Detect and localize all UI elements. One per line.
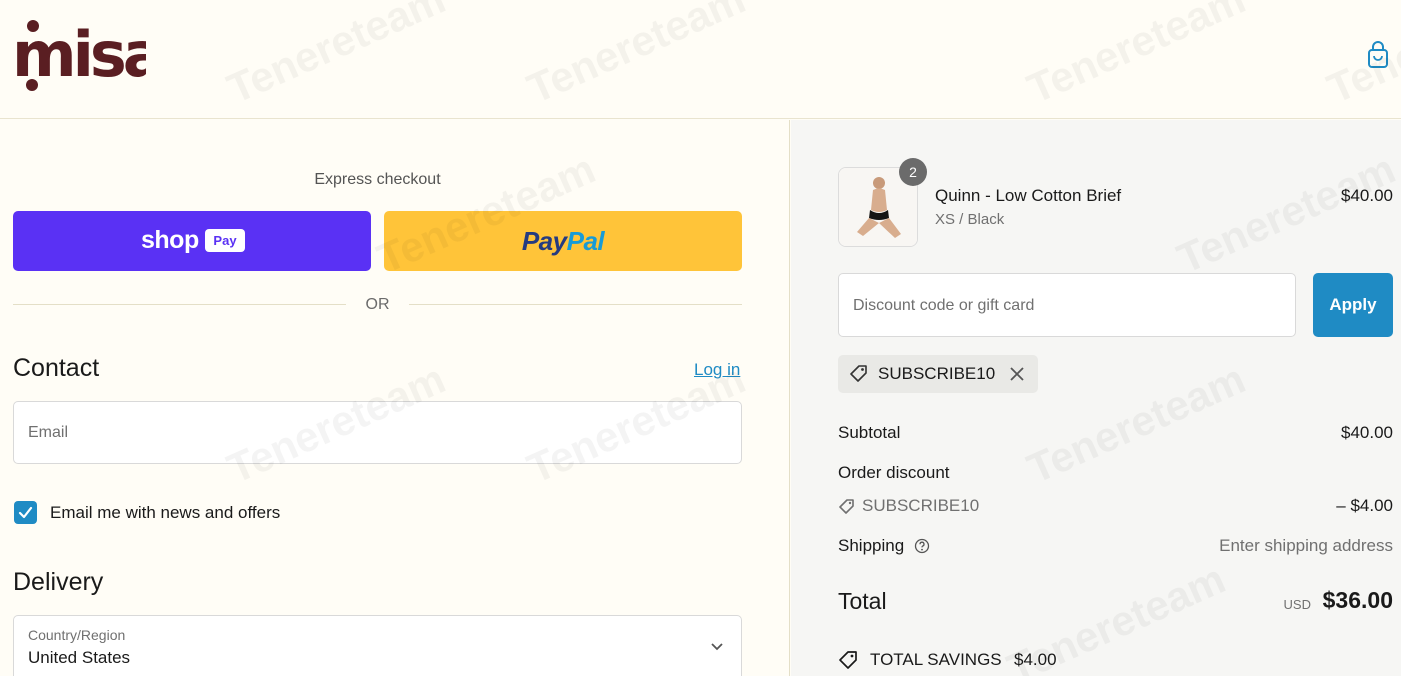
contact-heading: Contact [13,354,100,382]
subtotal-label: Subtotal [838,423,901,442]
paypal-button[interactable]: PayPal [384,211,742,271]
applied-discount-code: SUBSCRIBE10 [878,364,996,383]
total-savings-value: $4.00 [1014,650,1057,669]
product-variant: XS / Black [935,211,1005,228]
country-value: United States [28,648,131,667]
checkmark-icon [18,506,33,519]
total-currency: USD [1283,597,1311,612]
order-discount-label: Order discount [838,463,950,482]
checkout-form-column: Express checkout shop Pay PayPal OR Cont… [0,120,790,676]
applied-discount-chip: SUBSCRIBE10 [838,355,1038,393]
chevron-down-icon [711,643,723,651]
shipping-label: Shipping [838,536,905,555]
subtotal-value: $40.00 [1341,423,1393,442]
paypal-wordmark: PayPal [521,226,605,256]
email-input[interactable] [28,422,728,444]
tag-icon [850,365,867,382]
order-discount-value: – $4.00 [1336,496,1393,515]
shop-pay-button[interactable]: shop Pay [13,211,371,271]
product-price: $40.00 [1341,186,1393,205]
misa-logo[interactable]: misa [12,14,146,94]
total-label: Total [838,588,887,614]
total-savings-label: TOTAL SAVINGS [870,650,1002,669]
help-icon[interactable] [914,538,930,554]
shop-pay-badge: Pay [205,229,245,252]
product-name: Quinn - Low Cotton Brief [935,186,1122,205]
total-amount: $36.00 [1322,587,1393,613]
newsletter-checkbox[interactable] [14,501,37,524]
delivery-heading: Delivery [13,568,104,596]
separator-line-left [13,304,346,305]
order-summary: 2 Quinn - Low Cotton Brief XS / Black $4… [791,120,1401,676]
apply-button[interactable]: Apply [1313,273,1393,337]
country-select[interactable]: Country/Region United States [13,615,742,676]
separator-line-right [409,304,742,305]
login-link[interactable]: Log in [694,360,740,380]
country-label: Country/Region [28,627,126,643]
or-separator: OR [365,296,390,313]
header: misa [0,0,1401,119]
discount-input[interactable] [853,295,1283,317]
shop-pay-wordmark: shop [141,226,199,254]
shipping-value: Enter shipping address [1219,536,1393,555]
remove-discount-icon[interactable] [1008,364,1026,384]
savings-tag-icon [839,651,857,669]
tag-icon [839,499,854,514]
order-discount-code-text: SUBSCRIBE10 [862,496,980,515]
express-checkout-title: Express checkout [314,171,441,188]
quantity-badge: 2 [899,158,927,186]
newsletter-label: Email me with news and offers [50,503,281,522]
shopping-bag-icon[interactable] [1365,40,1391,70]
email-field[interactable] [13,401,742,464]
discount-field[interactable] [838,273,1296,337]
